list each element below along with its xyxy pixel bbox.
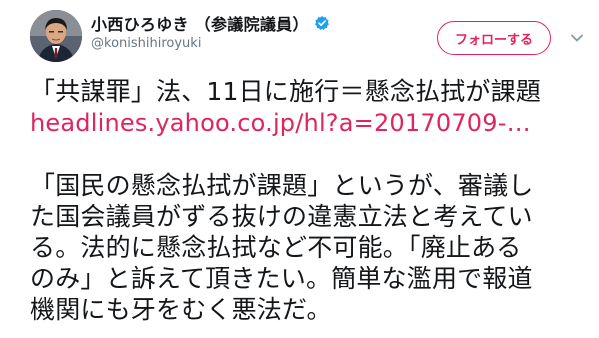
tweet-link[interactable]: headlines.yahoo.co.jp/hl?a=20170709-…	[30, 109, 531, 137]
tweet-text-line: のみ」と訴えて頂きたい。簡単な濫用で報道	[30, 264, 533, 293]
follow-button[interactable]: フォローする	[437, 21, 551, 55]
verified-badge-icon	[314, 15, 330, 31]
name-row: 小西ひろゆき （参議院議員）	[91, 11, 330, 35]
tweet-text: 「共謀罪」法、11日に施行＝懸念払拭が課題 headlines.yahoo.co…	[30, 76, 590, 325]
tweet-text-line: る。法的に懸念払拭など不可能。「廃止ある	[30, 233, 522, 262]
avatar-image	[30, 10, 82, 62]
tweet-text-line: 機関にも牙をむく悪法だ。	[30, 295, 332, 324]
tweet-link-line: headlines.yahoo.co.jp/hl?a=20170709-…	[30, 107, 590, 139]
tweet-card: 小西ひろゆき （参議院議員） @konishihiroyuki フォローする 「…	[0, 0, 599, 338]
tweet-text-line: た国会議員がずる抜けの違憲立法と考えてい	[30, 202, 533, 231]
chevron-down-icon[interactable]	[570, 30, 584, 44]
user-handle[interactable]: @konishihiroyuki	[91, 36, 201, 51]
tweet-text-line: 「共謀罪」法、11日に施行＝懸念払拭が課題	[30, 77, 542, 106]
display-name[interactable]: 小西ひろゆき （参議院議員）	[91, 11, 309, 35]
avatar[interactable]	[30, 10, 82, 62]
tweet-text-line: 「国民の懸念払拭が課題」というが、審議し	[30, 171, 534, 200]
